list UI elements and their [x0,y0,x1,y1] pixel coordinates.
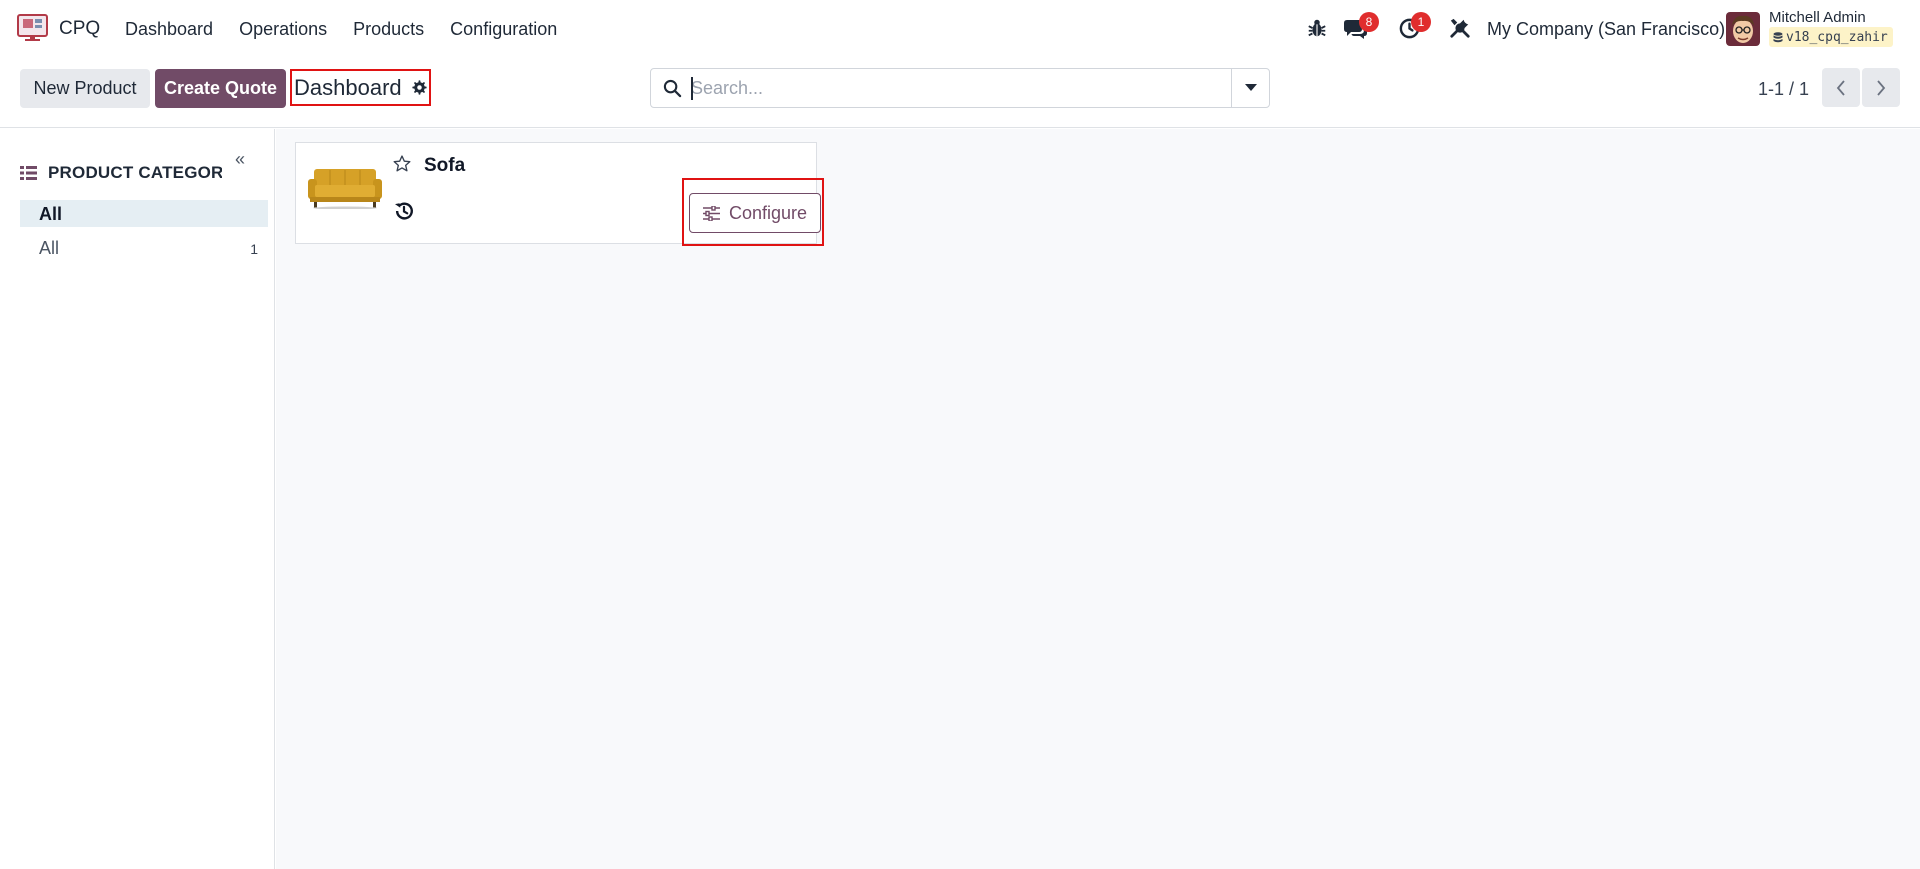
search-bar [650,68,1270,108]
category-item-label: All [39,204,63,224]
user-avatar[interactable] [1726,12,1760,46]
menu-item-products[interactable]: Products [353,19,424,40]
menu-item-configuration[interactable]: Configuration [450,19,557,40]
product-card[interactable]: Sofa Configure [295,142,824,246]
company-switcher[interactable]: My Company (San Francisco) [1487,19,1725,40]
gear-icon[interactable] [411,79,428,96]
kanban-area: Sofa Configure [276,129,1920,869]
app-name[interactable]: CPQ [59,18,100,40]
avatar-image [1726,12,1760,46]
pager-value[interactable]: 1-1 / 1 [1758,79,1809,100]
top-navbar: CPQ Dashboard Operations Products Config… [0,0,1920,58]
database-tag: v18_cpq_zahir [1769,27,1893,47]
breadcrumb: Dashboard [290,69,431,106]
history-icon[interactable] [393,200,415,222]
sofa-image [308,169,382,209]
database-name: v18_cpq_zahir [1786,29,1888,45]
activities-badge: 1 [1411,12,1431,32]
menu-item-operations[interactable]: Operations [239,19,327,40]
category-item-all-selected[interactable]: All [20,200,268,227]
menu-item-dashboard[interactable]: Dashboard [125,19,213,40]
category-item-count: 1 [250,241,258,257]
search-options-toggle[interactable] [1231,69,1269,107]
tools-icon[interactable] [1449,17,1471,39]
sliders-icon [702,205,720,221]
app-logo-icon[interactable] [17,14,48,42]
debug-bug-icon[interactable] [1306,17,1328,39]
text-cursor [691,77,693,100]
create-quote-button[interactable]: Create Quote [155,69,286,108]
search-input[interactable] [691,73,1231,103]
favorite-star-icon[interactable] [392,154,412,174]
category-sidebar: « PRODUCT CATEGORY All All 1 [0,129,275,869]
pager-previous-button[interactable] [1822,68,1860,107]
category-item-all[interactable]: All 1 [20,234,268,261]
configure-highlight: Configure [682,178,824,246]
control-panel: New Product Create Quote Dashboard 1-1 /… [0,58,1920,128]
user-name[interactable]: Mitchell Admin [1769,9,1866,26]
chevron-left-icon [1836,79,1845,96]
configure-button[interactable]: Configure [689,193,821,233]
messages-badge: 8 [1359,12,1379,32]
product-title[interactable]: Sofa [424,155,465,177]
new-product-button[interactable]: New Product [20,69,150,108]
category-item-label: All [39,238,60,258]
list-icon [20,166,37,180]
search-icon [663,79,682,98]
configure-label: Configure [728,202,808,223]
category-header: PRODUCT CATEGORY [20,163,222,183]
pager-next-button[interactable] [1862,68,1900,107]
collapse-sidebar-icon[interactable]: « [235,149,245,170]
breadcrumb-current: Dashboard [294,74,402,100]
chevron-right-icon [1877,79,1886,96]
category-title: PRODUCT CATEGORY [48,163,222,182]
main-menu: Dashboard Operations Products Configurat… [125,19,583,40]
database-icon [1773,31,1783,42]
caret-down-icon [1244,84,1257,91]
